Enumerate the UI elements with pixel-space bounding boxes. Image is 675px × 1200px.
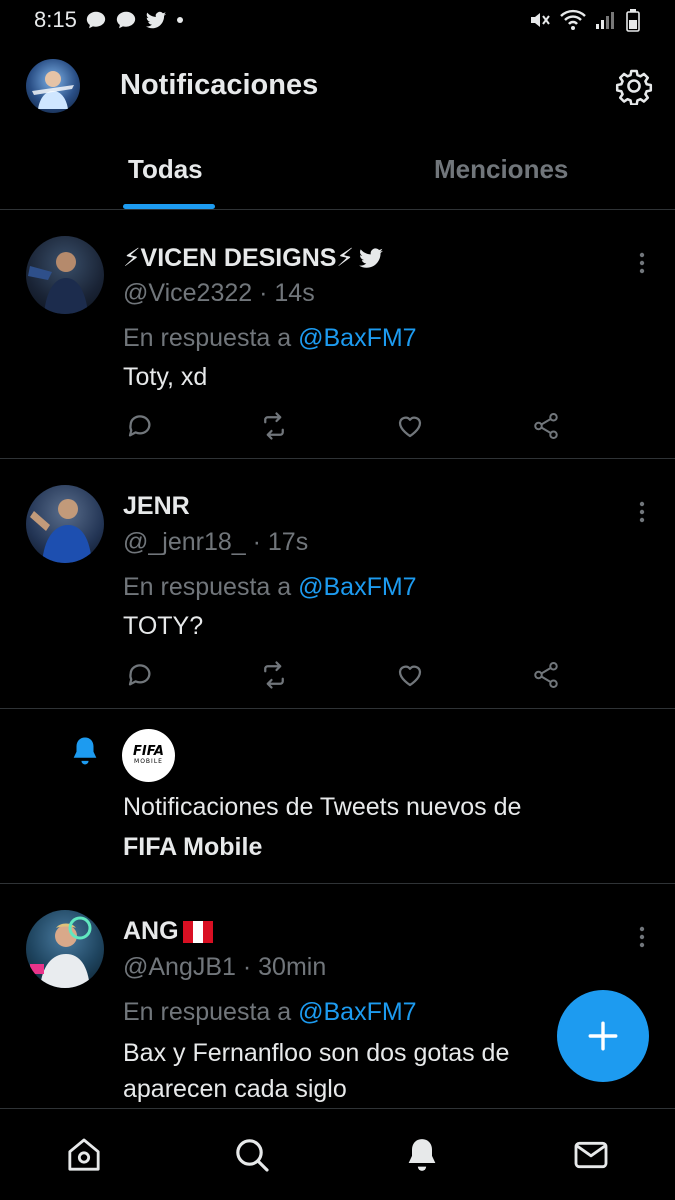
user-name[interactable]: ⚡VICEN DESIGNS⚡: [123, 243, 384, 273]
messages-mail-icon[interactable]: [571, 1135, 611, 1175]
page-title: Notificaciones: [120, 69, 319, 101]
avatar-art: [30, 499, 92, 563]
share-icon[interactable]: [531, 411, 561, 441]
status-bar: 8:15: [0, 0, 675, 40]
fifa-mobile-avatar[interactable]: FIFA MOBILE: [122, 729, 175, 782]
reply-mention-link[interactable]: @BaxFM7: [298, 324, 416, 352]
status-time: 8:15: [34, 7, 77, 32]
compose-tweet-button[interactable]: [557, 990, 649, 1082]
bell-icon: [73, 737, 97, 765]
tweet-text: Toty, xd: [123, 363, 208, 391]
profile-avatar[interactable]: [26, 59, 80, 113]
dot-icon: [176, 17, 183, 23]
search-icon[interactable]: [232, 1135, 272, 1175]
user-handle-time: @AngJB1 · 30min: [123, 953, 327, 981]
user-handle-time: @_jenr18_ · 17s: [123, 528, 309, 556]
status-left: 8:15: [34, 7, 185, 33]
twitter-bird-icon: [359, 248, 383, 268]
user-name[interactable]: JENR: [123, 492, 190, 521]
plus-icon: [588, 1021, 618, 1051]
user-name[interactable]: ANG: [123, 917, 213, 946]
home-icon[interactable]: [64, 1135, 104, 1175]
chat-icon: [86, 11, 105, 29]
signal-icon: [596, 12, 614, 29]
tab-mentions[interactable]: Menciones: [434, 154, 568, 185]
user-name-text: ANG: [123, 917, 179, 945]
tweet-text-line: Bax y Fernanfloo son dos gotas de: [123, 1039, 510, 1067]
avatar-art: [30, 916, 92, 988]
tab-all[interactable]: Todas: [128, 154, 203, 185]
user-avatar[interactable]: [26, 485, 104, 563]
tweet-item[interactable]: ⚡VICEN DESIGNS⚡ @Vice2322 · 14s En respu…: [0, 211, 675, 459]
like-heart-icon[interactable]: [395, 411, 425, 441]
reply-context: En respuesta a @BaxFM7: [123, 573, 417, 602]
fifa-logo-text: FIFA: [133, 744, 164, 759]
retweet-icon[interactable]: [259, 660, 289, 690]
wifi-icon: [560, 9, 586, 30]
user-name-text: JENR: [123, 492, 190, 520]
reply-icon[interactable]: [125, 411, 155, 441]
reply-context: En respuesta a @BaxFM7: [123, 324, 417, 353]
tweet-actions: [123, 411, 573, 441]
fifa-logo-subtext: MOBILE: [134, 758, 163, 765]
battery-icon: [626, 9, 640, 32]
peru-flag-icon: [182, 920, 213, 943]
avatar-art: [32, 71, 74, 109]
reply-context: En respuesta a @BaxFM7: [123, 998, 417, 1027]
active-tab-indicator: [123, 204, 215, 209]
notifications-bell-icon[interactable]: [402, 1135, 442, 1175]
user-name-text: ⚡VICEN DESIGNS⚡: [123, 244, 354, 272]
app-header: Notificaciones: [0, 55, 675, 117]
user-avatar[interactable]: [26, 236, 104, 314]
more-options-icon[interactable]: [638, 251, 646, 275]
reply-icon[interactable]: [125, 660, 155, 690]
avatar-art: [28, 252, 88, 314]
tweet-text: TOTY?: [123, 612, 204, 640]
user-handle-time: @Vice2322 · 14s: [123, 279, 315, 307]
tweet-actions: [123, 660, 573, 690]
mute-icon: [531, 13, 550, 27]
reply-mention-link[interactable]: @BaxFM7: [298, 573, 416, 601]
tweet-item[interactable]: ANG @AngJB1 · 30min En respuesta a @BaxF…: [0, 885, 675, 1108]
status-right: [527, 8, 641, 32]
reply-mention-link[interactable]: @BaxFM7: [298, 998, 416, 1026]
retweet-icon[interactable]: [259, 411, 289, 441]
bottom-navigation: [0, 1108, 675, 1200]
reply-prefix: En respuesta a: [123, 998, 299, 1026]
tweet-item[interactable]: JENR @_jenr18_ · 17s En respuesta a @Bax…: [0, 460, 675, 709]
user-avatar[interactable]: [26, 910, 104, 988]
share-icon[interactable]: [531, 660, 561, 690]
notification-account[interactable]: FIFA Mobile: [123, 833, 262, 862]
settings-gear-icon[interactable]: [615, 67, 653, 105]
more-options-icon[interactable]: [638, 500, 646, 524]
tweet-notification-item[interactable]: FIFA MOBILE Notificaciones de Tweets nue…: [0, 709, 675, 884]
chat-icon: [116, 11, 135, 29]
twitter-bird-icon: [145, 11, 166, 29]
notification-tabs: Todas Menciones: [0, 140, 675, 210]
reply-prefix: En respuesta a: [123, 573, 299, 601]
like-heart-icon[interactable]: [395, 660, 425, 690]
notification-text: Notificaciones de Tweets nuevos de: [123, 793, 522, 821]
tweet-text-line: aparecen cada siglo: [123, 1075, 347, 1103]
more-options-icon[interactable]: [638, 925, 646, 949]
reply-prefix: En respuesta a: [123, 324, 299, 352]
